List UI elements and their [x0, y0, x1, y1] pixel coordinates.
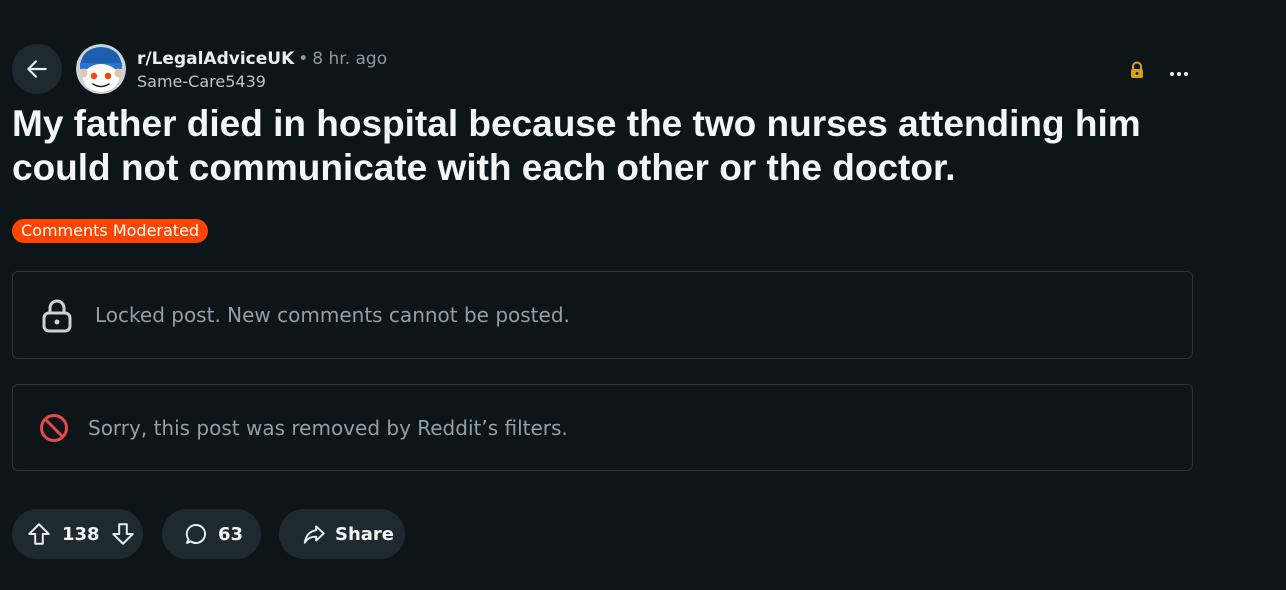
snoo-avatar-icon [76, 44, 126, 94]
downvote-icon[interactable] [110, 521, 136, 547]
locked-notice: Locked post. New comments cannot be post… [12, 271, 1193, 359]
comment-icon [185, 523, 207, 544]
post-meta: r/LegalAdviceUK • 8 hr. ago Same-Care5439 [137, 48, 387, 91]
more-options-button[interactable] [1164, 58, 1194, 82]
more-icon [1169, 61, 1190, 80]
subreddit-link[interactable]: r/LegalAdviceUK [137, 49, 294, 69]
locked-notice-text: Locked post. New comments cannot be post… [95, 303, 570, 327]
lock-icon [1131, 61, 1143, 78]
share-arrow-icon [303, 525, 325, 544]
arrow-left-icon [27, 60, 47, 78]
post-flair[interactable]: Comments Moderated [12, 219, 209, 243]
vote-bar: 138 [12, 509, 143, 559]
back-button[interactable] [12, 44, 62, 94]
removed-notice-text: Sorry, this post was removed by Reddit’s… [88, 415, 568, 440]
comment-count: 63 [218, 523, 244, 545]
upvote-icon[interactable] [26, 521, 52, 547]
post-title: My father died in hospital because the t… [12, 103, 1141, 188]
vote-count: 138 [62, 523, 100, 545]
removed-notice: Sorry, this post was removed by Reddit’s… [12, 384, 1193, 471]
meta-separator: • [298, 49, 309, 69]
subreddit-avatar[interactable] [76, 44, 126, 94]
post-time: 8 hr. ago [312, 49, 388, 69]
comments-button[interactable]: 63 [162, 509, 261, 559]
padlock-icon [42, 299, 72, 333]
prohibited-icon [40, 413, 68, 442]
author-link[interactable]: Same-Care5439 [137, 72, 387, 91]
share-button[interactable]: Share [279, 509, 405, 559]
share-label: Share [335, 523, 395, 545]
